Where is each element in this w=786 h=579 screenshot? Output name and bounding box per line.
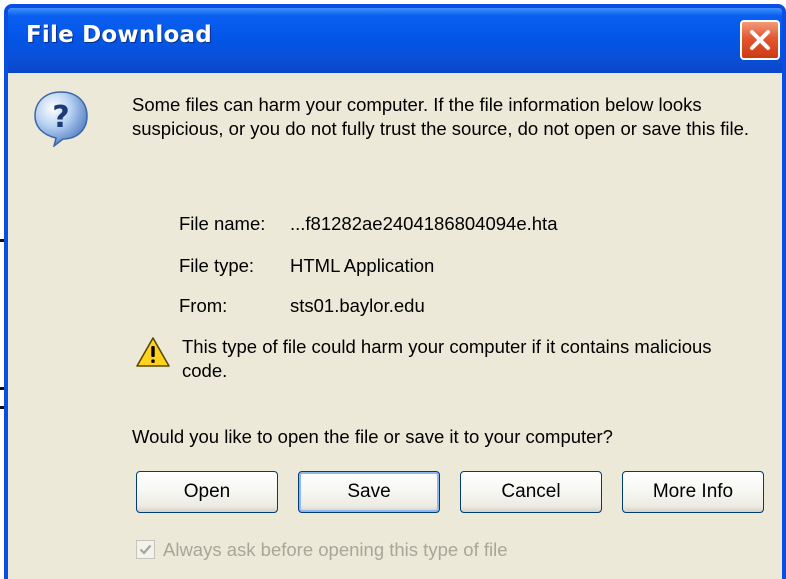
more-info-button[interactable]: More Info [622,471,764,513]
close-button[interactable] [740,20,780,60]
warning-icon [136,337,170,367]
question-text: Would you like to open the file or save … [132,426,613,447]
always-ask-checkbox[interactable] [136,540,155,559]
title-bar[interactable]: File Download [8,8,782,73]
question-icon: ? [34,91,88,147]
window-title: File Download [26,22,212,48]
file-type-label: File type: [179,255,255,276]
from-value: sts01.baylor.edu [290,295,425,316]
save-button[interactable]: Save [298,471,440,513]
file-type-value: HTML Application [290,255,435,276]
dialog-body: ? Some files can harm your computer. If … [8,73,782,579]
close-icon [750,30,770,50]
warning-message: This type of file could harm your comput… [182,336,712,381]
file-download-dialog: File Download ? Some files can harm your… [4,4,786,579]
intro-message: Some files can harm your computer. If th… [132,94,750,139]
file-name-label: File name: [179,213,266,234]
from-label: From: [179,295,228,316]
file-name-value: ...f81282ae2404186804094e.hta [290,213,558,234]
checkmark-icon [139,544,152,555]
svg-text:?: ? [52,100,69,135]
open-button[interactable]: Open [136,471,278,513]
cancel-button[interactable]: Cancel [460,471,602,513]
always-ask-label[interactable]: Always ask before opening this type of f… [163,539,508,561]
